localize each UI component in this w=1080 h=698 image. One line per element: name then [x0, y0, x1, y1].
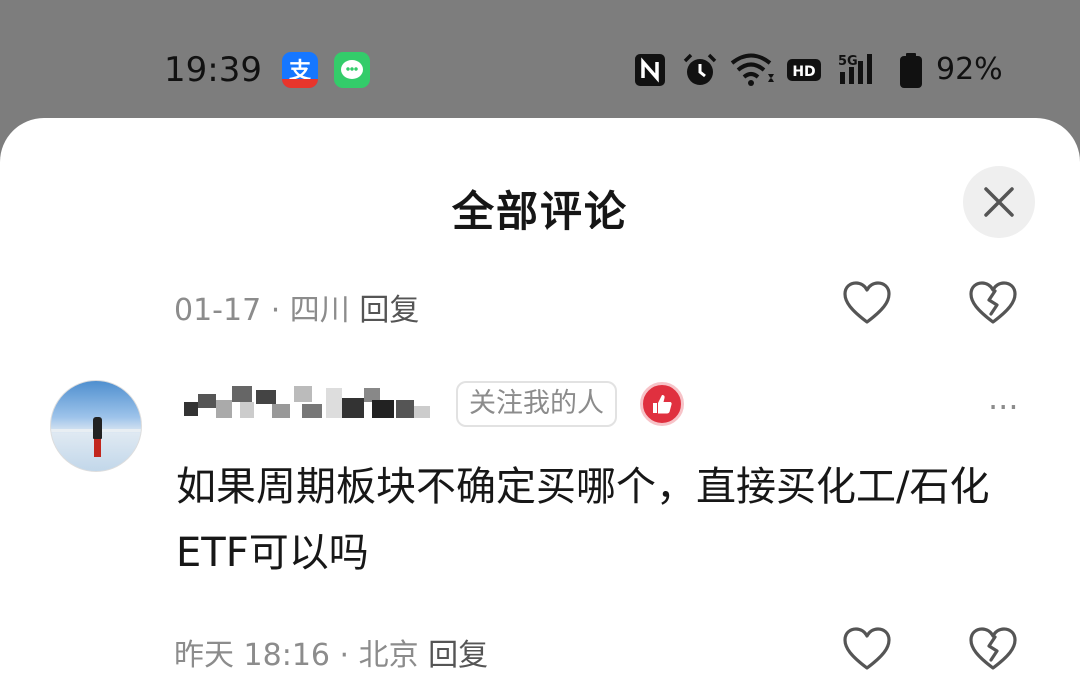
dislike-broken-heart-icon[interactable]: [967, 624, 1019, 676]
follower-tag: 关注我的人: [456, 381, 617, 427]
alarm-icon: [683, 53, 717, 85]
reply-button[interactable]: 回复: [359, 293, 419, 328]
comment-meta: 01-17 · 四川 回复: [174, 285, 419, 329]
messages-app-icon: [334, 52, 370, 88]
dislike-broken-heart-icon[interactable]: [967, 278, 1019, 330]
comment-date-location: 昨天 18:16 · 北京: [174, 638, 419, 673]
wifi-icon: [730, 53, 774, 86]
reply-button[interactable]: 回复: [428, 638, 488, 673]
battery-percentage: 92%: [936, 52, 1003, 87]
status-bar: 19:39 支 HD 5G 92%: [0, 0, 1080, 118]
close-button[interactable]: [963, 166, 1035, 238]
close-icon: [984, 187, 1014, 217]
svg-text:5G: 5G: [838, 54, 858, 69]
sheet-title: 全部评论: [451, 187, 628, 236]
username-pixelated[interactable]: [176, 380, 442, 424]
comment-meta: 昨天 18:16 · 北京 回复: [174, 630, 488, 674]
comment-text: 如果周期板块不确定买哪个，直接买化工/石化ETF可以吗: [176, 464, 990, 576]
hd-icon: HD: [787, 59, 821, 81]
status-time: 19:39: [164, 50, 262, 90]
battery-icon: [900, 53, 922, 88]
alipay-app-icon: 支: [282, 52, 318, 88]
svg-text:HD: HD: [792, 64, 815, 80]
comments-sheet: 全部评论 01-17 · 四川 回复 关注我的人 ··· 如果周期板块不确定买哪…: [0, 118, 1080, 698]
5g-signal-icon: 5G: [838, 54, 872, 84]
nfc-icon: [635, 54, 665, 86]
comment-date-location: 01-17 · 四川: [174, 293, 350, 328]
like-badge: [640, 382, 684, 426]
more-options-button[interactable]: ···: [988, 388, 1028, 426]
thumbs-up-icon: [653, 395, 672, 414]
like-heart-icon[interactable]: [841, 624, 893, 676]
like-heart-icon[interactable]: [841, 278, 893, 330]
avatar[interactable]: [50, 380, 142, 472]
